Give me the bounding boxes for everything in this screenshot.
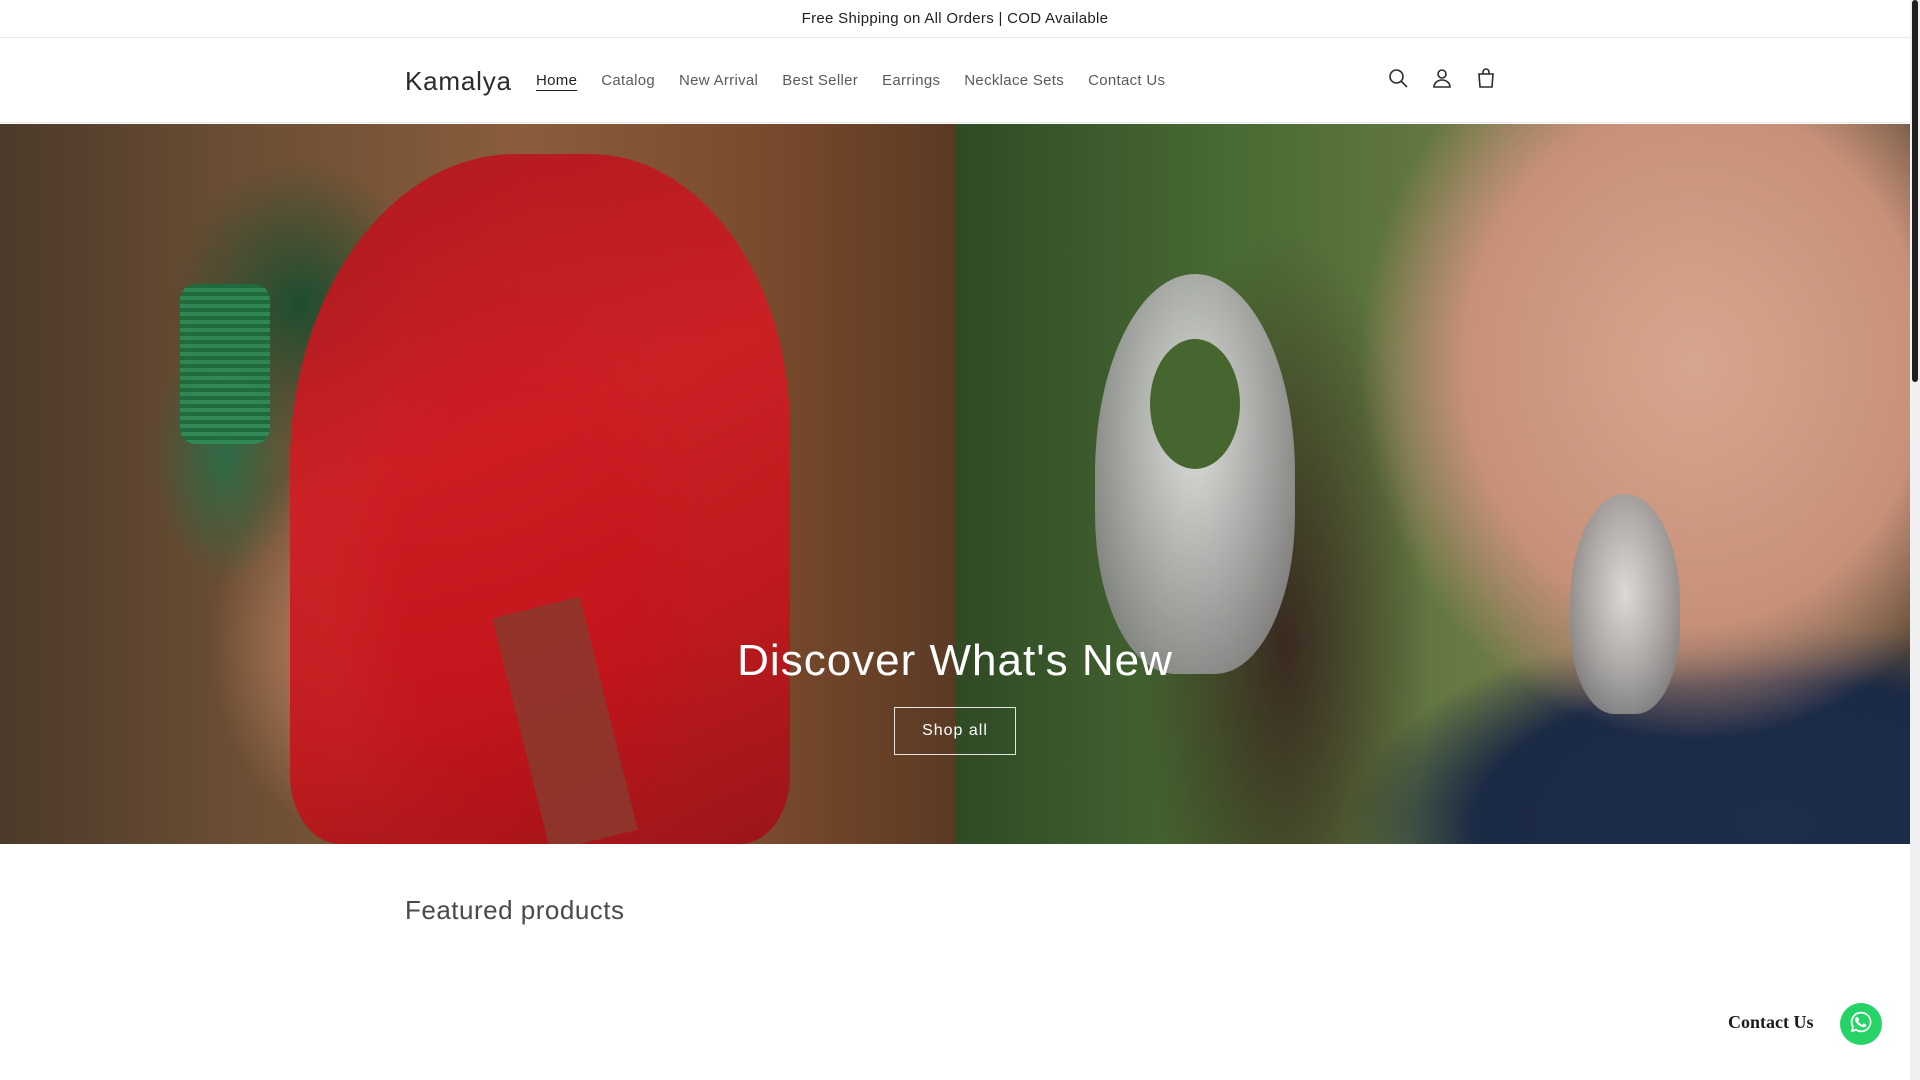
scrollbar-thumb[interactable] [1912,0,1918,382]
announcement-text: Free Shipping on All Orders | COD Availa… [801,10,1109,27]
shop-all-button[interactable]: Shop all [894,707,1016,755]
earring-hoop-shape [1150,339,1240,469]
hero-image-saree [0,124,955,844]
search-button[interactable] [1376,58,1420,102]
cart-icon [1474,66,1498,95]
account-button[interactable] [1420,58,1464,102]
nav-item-earrings[interactable]: Earrings [870,72,952,89]
whatsapp-contact-label[interactable]: Contact Us [1728,1012,1814,1033]
whatsapp-icon [1848,1009,1874,1040]
account-icon [1430,66,1454,95]
store-logo[interactable]: Kamalya [405,66,512,97]
nav-item-contact-us[interactable]: Contact Us [1076,72,1177,89]
search-icon [1386,66,1410,95]
header-icons [1376,58,1508,102]
hero-title: Discover What's New [737,636,1173,685]
main-nav: Home Catalog New Arrival Best Seller Ear… [524,38,1177,122]
page: Free Shipping on All Orders | COD Availa… [0,0,1920,1080]
hero-banner: Discover What's New Shop all [0,124,1910,844]
whatsapp-button[interactable] [1840,1003,1882,1045]
nav-item-new-arrival[interactable]: New Arrival [667,72,770,89]
nav-item-home[interactable]: Home [524,72,589,89]
nav-item-best-seller[interactable]: Best Seller [770,72,870,89]
hero-image-earrings [955,124,1910,844]
cart-button[interactable] [1464,58,1508,102]
jhumka-earring-shape [1095,274,1295,674]
announcement-bar: Free Shipping on All Orders | COD Availa… [0,0,1910,38]
nav-item-necklace-sets[interactable]: Necklace Sets [952,72,1076,89]
green-bangles-shape [180,284,270,444]
site-header: Kamalya Home Catalog New Arrival Best Se… [0,38,1910,123]
featured-products-title: Featured products [405,895,625,925]
nav-item-catalog[interactable]: Catalog [589,72,667,89]
